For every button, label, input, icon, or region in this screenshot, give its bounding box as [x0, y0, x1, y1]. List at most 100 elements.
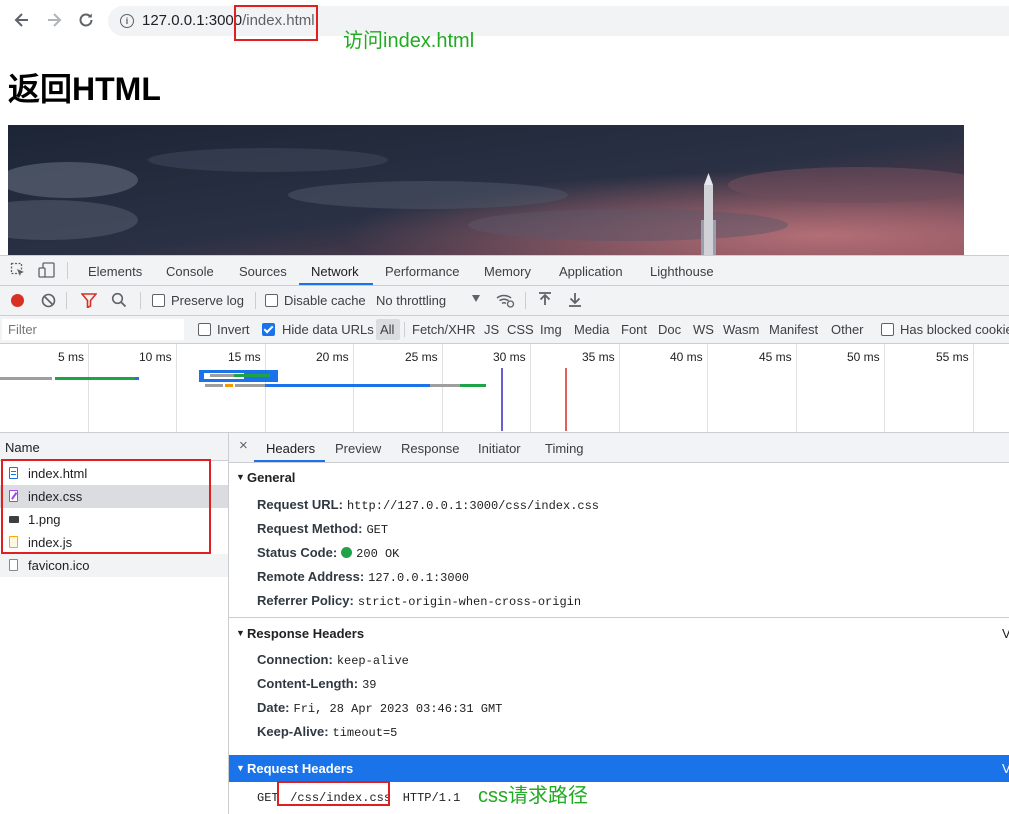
preserve-log-checkbox[interactable]	[152, 294, 165, 307]
response-header-row: Keep-Alive: timeout=5	[257, 724, 397, 740]
header-key: Request URL:	[257, 497, 343, 512]
waterfall-bar-segment	[210, 374, 234, 377]
tab-console[interactable]: Console	[166, 264, 214, 279]
general-section-header[interactable]: ▼ General	[229, 466, 1009, 490]
tick-label: 45 ms	[759, 350, 792, 364]
network-toolbar: Preserve log Disable cache No throttling	[0, 286, 1009, 316]
network-conditions-icon[interactable]	[495, 292, 515, 311]
tab-application[interactable]: Application	[559, 264, 623, 279]
info-icon[interactable]: i	[120, 14, 134, 28]
tab-elements[interactable]: Elements	[88, 264, 142, 279]
waterfall-bar	[0, 377, 52, 380]
filter-type-ws[interactable]: WS	[693, 322, 714, 337]
arrow-right-icon[interactable]	[44, 10, 64, 30]
filter-type-wasm[interactable]: Wasm	[723, 322, 759, 337]
header-key: Remote Address:	[257, 569, 365, 584]
invert-label: Invert	[217, 322, 250, 337]
export-har-icon[interactable]	[568, 292, 582, 311]
filter-type-js[interactable]: JS	[484, 322, 499, 337]
response-headers-section-header[interactable]: ▼ Response Headers V	[229, 622, 1009, 646]
filter-type-css[interactable]: CSS	[507, 322, 534, 337]
record-icon[interactable]	[11, 294, 24, 307]
header-value: 127.0.0.1:3000	[368, 571, 469, 585]
tick-line	[796, 344, 797, 432]
header-value: timeout=5	[332, 726, 398, 740]
tab-performance[interactable]: Performance	[385, 264, 459, 279]
clear-icon[interactable]	[41, 293, 56, 311]
filter-type-other[interactable]: Other	[831, 322, 864, 337]
dom-content-loaded-marker	[501, 368, 503, 431]
filter-type-manifest[interactable]: Manifest	[769, 322, 818, 337]
waterfall-bar	[205, 384, 223, 387]
header-value: http://127.0.0.1:3000/css/index.css	[346, 499, 599, 513]
tab-sources[interactable]: Sources	[239, 264, 287, 279]
url-host: 127.0.0.1:3000	[142, 12, 243, 29]
section-title: Response Headers	[247, 626, 365, 641]
blocked-cookies-label: Has blocked cookies	[900, 322, 1009, 337]
tab-network[interactable]: Network	[311, 264, 359, 279]
tab-memory[interactable]: Memory	[484, 264, 531, 279]
request-protocol: HTTP/1.1	[402, 791, 461, 805]
invert-checkbox[interactable]	[198, 323, 211, 336]
header-key: Request Method:	[257, 521, 363, 536]
tick-label: 15 ms	[228, 350, 261, 364]
active-tab-indicator	[299, 283, 373, 285]
tick-line	[707, 344, 708, 432]
filter-type-font[interactable]: Font	[621, 322, 647, 337]
hide-data-urls-checkbox[interactable]	[262, 323, 275, 336]
tab-response[interactable]: Response	[401, 441, 460, 456]
throttling-select[interactable]: No throttling	[376, 293, 446, 308]
filter-icon[interactable]	[80, 293, 98, 311]
device-toolbar-icon[interactable]	[38, 262, 56, 281]
search-icon[interactable]	[111, 292, 127, 311]
files-highlight-box	[1, 459, 211, 554]
import-har-icon[interactable]	[538, 292, 552, 311]
close-icon[interactable]: ×	[239, 437, 248, 454]
chevron-down-icon[interactable]	[472, 295, 480, 302]
disable-cache-checkbox[interactable]	[265, 294, 278, 307]
filter-type-img[interactable]: Img	[540, 322, 562, 337]
filter-type-media[interactable]: Media	[574, 322, 609, 337]
filter-type-doc[interactable]: Doc	[658, 322, 681, 337]
filter-type-fetch[interactable]: Fetch/XHR	[412, 322, 476, 337]
tick-label: 40 ms	[670, 350, 703, 364]
waterfall-bar	[55, 377, 135, 380]
network-overview[interactable]: 5 ms 10 ms 15 ms 20 ms 25 ms 30 ms 35 ms…	[0, 344, 1009, 433]
request-headers-section-header[interactable]: ▼ Request Headers V	[229, 755, 1009, 782]
tick-label: 30 ms	[493, 350, 526, 364]
view-source-link[interactable]: V	[1002, 761, 1009, 776]
tab-initiator[interactable]: Initiator	[478, 441, 521, 456]
blocked-cookies-checkbox[interactable]	[881, 323, 894, 336]
section-title: Request Headers	[247, 761, 354, 776]
tick-label: 55 ms	[936, 350, 969, 364]
filter-bar: Invert Hide data URLs All Fetch/XHR JS C…	[0, 316, 1009, 344]
waterfall-bar	[135, 377, 139, 380]
view-source-link[interactable]: V	[1002, 626, 1009, 641]
header-value: GET	[366, 523, 389, 537]
page-image	[8, 125, 964, 255]
preserve-log-label: Preserve log	[171, 293, 244, 308]
filter-input[interactable]	[2, 319, 184, 340]
response-header-row: Content-Length: 39	[257, 676, 377, 692]
toolbar-separator	[525, 292, 526, 309]
tab-lighthouse[interactable]: Lighthouse	[650, 264, 714, 279]
name-column-header[interactable]: Name	[0, 433, 228, 461]
reload-icon[interactable]	[76, 10, 96, 30]
request-row-favicon[interactable]: favicon.ico	[0, 554, 228, 577]
tab-headers[interactable]: Headers	[266, 441, 315, 456]
header-key: Referrer Policy:	[257, 593, 354, 608]
tab-timing[interactable]: Timing	[545, 441, 584, 456]
waterfall-bar	[460, 384, 486, 387]
header-key: Date:	[257, 700, 290, 715]
tab-preview[interactable]: Preview	[335, 441, 381, 456]
file-icon	[9, 559, 18, 571]
tick-line	[442, 344, 443, 432]
header-value: Fri, 28 Apr 2023 03:46:31 GMT	[293, 702, 503, 716]
section-divider	[229, 617, 1009, 618]
tick-line	[884, 344, 885, 432]
filter-type-all[interactable]: All	[380, 322, 394, 337]
arrow-left-icon[interactable]	[12, 10, 32, 30]
tick-label: 5 ms	[58, 350, 85, 364]
tab-separator	[67, 262, 68, 279]
inspect-element-icon[interactable]	[10, 262, 26, 281]
